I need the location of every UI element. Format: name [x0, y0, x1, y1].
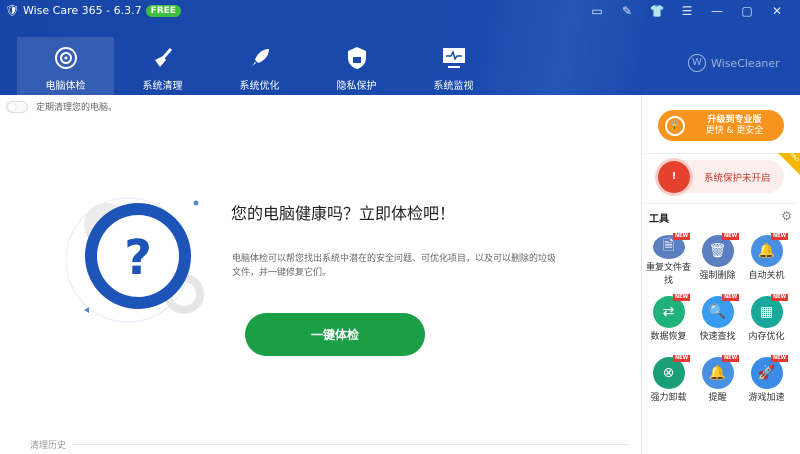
gear-icon[interactable]: ⚙ [781, 209, 792, 223]
tab-cleanup[interactable]: 系统清理 [114, 37, 211, 95]
skin-icon[interactable]: 👕 [642, 4, 672, 18]
main-description: 电脑体检可以帮您找出系统中潜在的安全问题、可优化项目，以及可以删除的垃圾文件，并… [232, 254, 557, 278]
sidebar: 🔒 升级到专业版 更快 & 更安全 PRO ! 系统保护未开启 工具 ⚙ 🗎 NEW… [641, 95, 800, 454]
tool-label: 重复文件查找 [645, 263, 691, 286]
tool-item[interactable]: ⇄ NEW 数据恢复 [644, 288, 693, 349]
new-badge: NEW [673, 355, 691, 362]
tab-optimize[interactable]: 系统优化 [211, 37, 308, 95]
tool-item[interactable]: ▦ NEW 内存优化 [742, 288, 791, 349]
app-title: Wise Care 365 - 6.3.7 [22, 4, 142, 17]
tool-item[interactable]: 🔔 NEW 提醒 [693, 349, 742, 410]
maximize-icon[interactable]: ▢ [732, 4, 762, 18]
upgrade-button[interactable]: 🔒 升级到专业版 更快 & 更安全 [658, 110, 784, 141]
tool-item[interactable]: 🔔 NEW 自动关机 [742, 227, 791, 288]
new-badge: NEW [722, 233, 740, 240]
brand-logo: W WiseCleaner [688, 54, 780, 72]
brand-name: WiseCleaner [711, 56, 780, 70]
tool-label: 内存优化 [748, 332, 785, 342]
tool-item[interactable]: 🗎 NEW 重复文件查找 [644, 227, 693, 288]
svg-text:?: ? [124, 230, 152, 286]
upgrade-subtitle: 更快 & 更安全 [705, 125, 764, 136]
new-badge: NEW [673, 294, 691, 301]
tool-item[interactable]: 🚀 NEW 游戏加速 [742, 349, 791, 410]
free-badge: FREE [145, 4, 181, 17]
new-badge: NEW [771, 355, 789, 362]
tools-grid: 🗎 NEW 重复文件查找 🗑 NEW 强制删除 🔔 NEW 自动关机 ⇄ NEW 数据恢复 🔍 NEW 快速… [644, 227, 791, 410]
window-controls: ▭ ✎ 👕 ☰ — ▢ ✕ [582, 4, 792, 18]
monitor-icon [442, 43, 466, 73]
divider [644, 203, 798, 204]
shield-alert-icon: ! [658, 160, 690, 193]
schedule-toggle[interactable] [6, 100, 28, 113]
tab-privacy[interactable]: 隐私保护 [308, 37, 405, 95]
tool-label: 自动关机 [748, 271, 785, 281]
new-badge: NEW [722, 355, 740, 362]
upgrade-title: 升级到专业版 [707, 114, 762, 125]
main-title: 您的电脑健康吗？立即体检吧！ [231, 204, 456, 223]
title-bar: 🛡 Wise Care 365 - 6.3.7 FREE [5, 4, 181, 17]
divider [644, 153, 798, 154]
history-section: 清理历史 [30, 438, 629, 451]
tab-monitor[interactable]: 系统监视 [405, 37, 502, 95]
question-illustration: ? [66, 197, 204, 323]
schedule-toggle-row: 定期清理您的电脑。 [6, 100, 117, 113]
tool-label: 游戏加速 [748, 393, 785, 403]
rocket-icon [248, 43, 272, 73]
header: 🛡 Wise Care 365 - 6.3.7 FREE ▭ ✎ 👕 ☰ — ▢… [0, 0, 800, 95]
protection-status[interactable]: ! 系统保护未开启 [658, 160, 784, 193]
edit-icon[interactable]: ✎ [612, 4, 642, 18]
main-nav: 电脑体检 系统清理 系统优化 隐私保护 系统监视 [17, 37, 502, 95]
new-badge: NEW [722, 294, 740, 301]
tool-label: 提醒 [708, 393, 727, 403]
new-badge: NEW [673, 233, 691, 240]
protection-label: 系统保护未开启 [704, 172, 771, 184]
menu-icon[interactable]: ☰ [672, 4, 702, 18]
schedule-label: 定期清理您的电脑。 [36, 103, 118, 113]
minimize-icon[interactable]: — [702, 4, 732, 18]
new-badge: NEW [771, 233, 789, 240]
new-badge: NEW [771, 294, 789, 301]
shield-logo-icon: 🛡 [5, 4, 19, 17]
feedback-icon[interactable]: ▭ [582, 4, 612, 18]
broom-icon [151, 43, 175, 73]
history-label[interactable]: 清理历史 [30, 438, 66, 451]
tab-checkup[interactable]: 电脑体检 [17, 37, 114, 95]
tool-label: 快速查找 [699, 332, 736, 342]
tool-item[interactable]: 🗑 NEW 强制删除 [693, 227, 742, 288]
tools-title: 工具 [649, 214, 669, 225]
radar-icon [54, 43, 78, 73]
tool-label: 强力卸载 [650, 393, 687, 403]
divider [72, 444, 629, 445]
tool-item[interactable]: 🔍 NEW 快速查找 [693, 288, 742, 349]
tool-item[interactable]: ⊗ NEW 强力卸载 [644, 349, 693, 410]
tool-label: 强制删除 [699, 271, 736, 281]
tool-label: 数据恢复 [650, 332, 687, 342]
pro-badge-text: PRO [787, 152, 800, 164]
scan-button[interactable]: 一键体检 [245, 313, 425, 356]
close-icon[interactable]: ✕ [762, 4, 792, 18]
lock-icon: 🔒 [665, 115, 685, 136]
shield-lock-icon [346, 43, 368, 73]
